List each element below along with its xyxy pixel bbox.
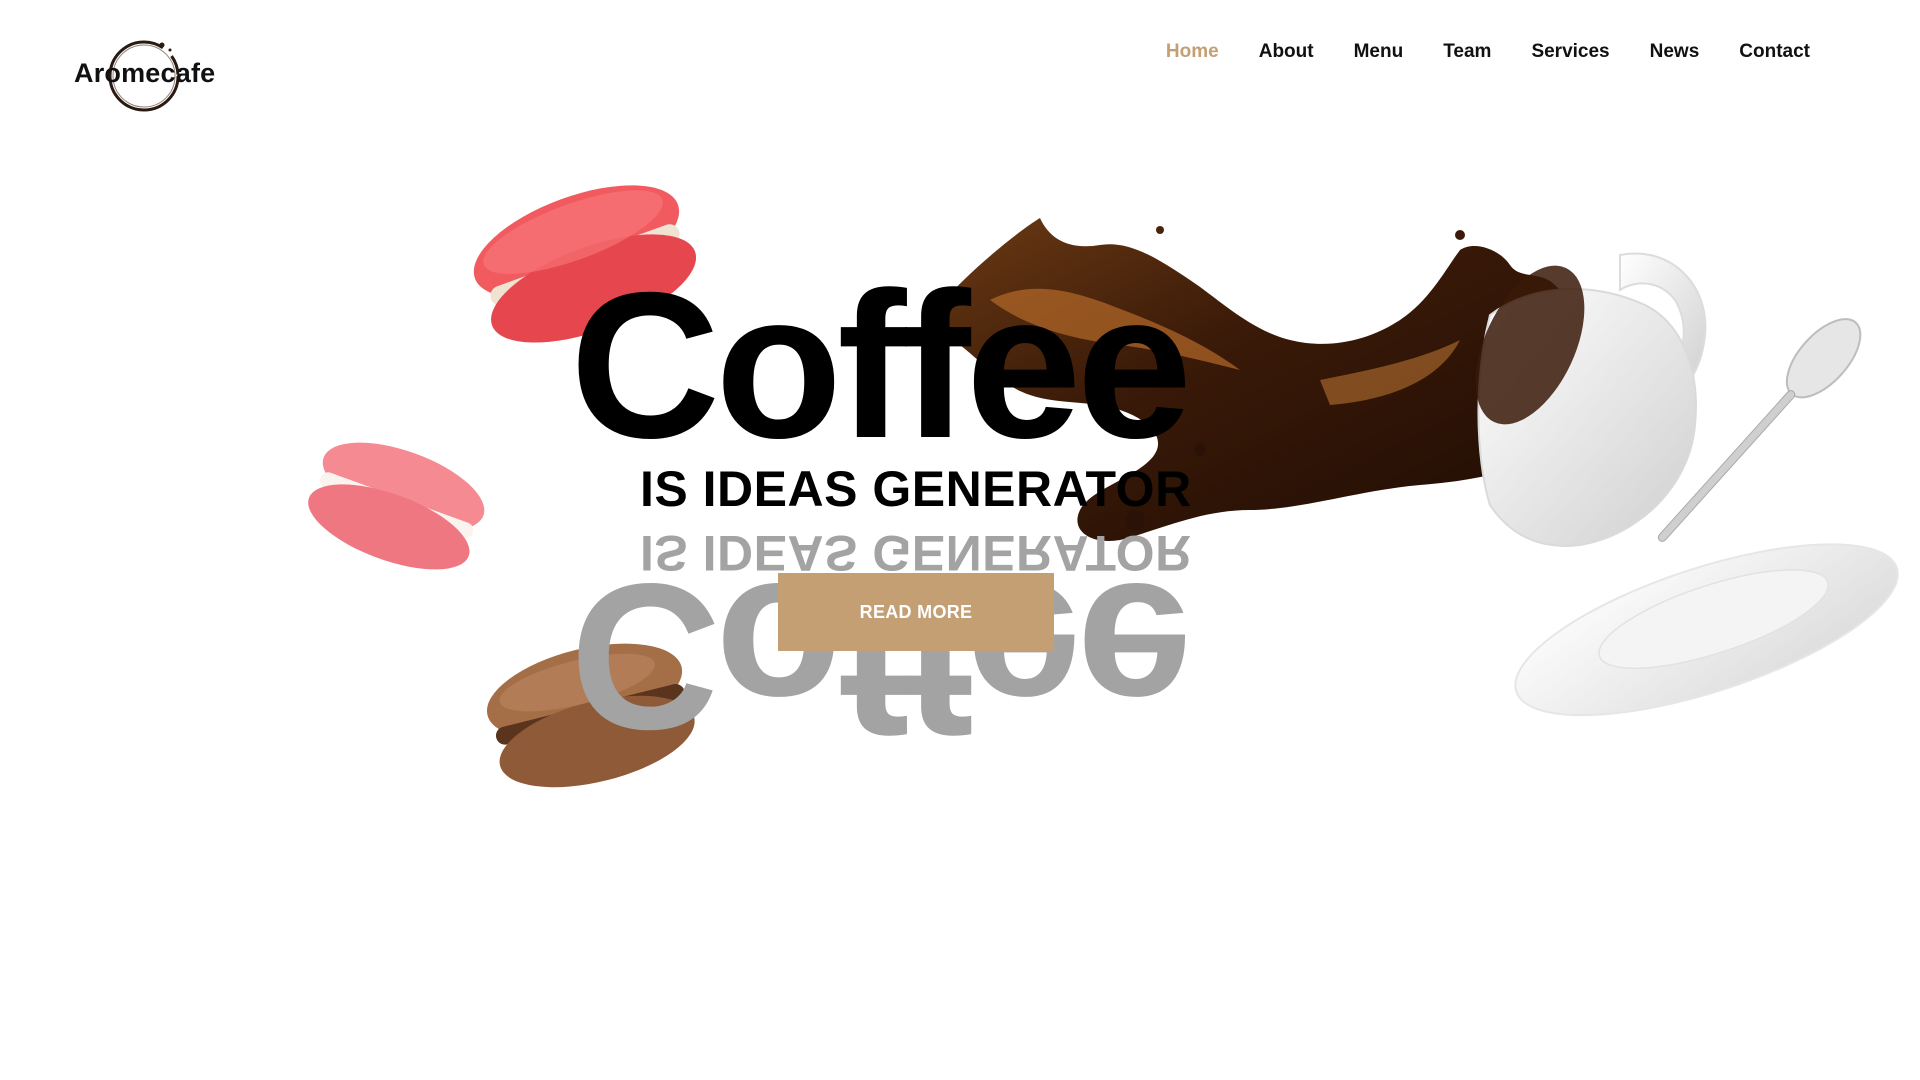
read-more-button[interactable]: READ MORE xyxy=(778,573,1054,651)
nav-item-about[interactable]: About xyxy=(1239,41,1334,63)
nav-item-services[interactable]: Services xyxy=(1511,41,1629,63)
site-logo[interactable]: Aromecafe xyxy=(74,36,224,120)
hero-subtitle-reflection: IS IDEAS GENERATOR xyxy=(640,525,1192,581)
nav-item-contact[interactable]: Contact xyxy=(1719,41,1830,63)
nav-item-menu[interactable]: Menu xyxy=(1334,41,1424,63)
page: Aromecafe Home About Menu Team Services … xyxy=(0,0,1920,1080)
main-nav: Home About Menu Team Services News Conta… xyxy=(1146,36,1830,68)
nav-item-home[interactable]: Home xyxy=(1146,41,1239,63)
spoon-image xyxy=(1657,318,1862,542)
hero-subtitle: IS IDEAS GENERATOR xyxy=(640,461,1192,517)
logo-text: Aromecafe xyxy=(74,58,216,88)
nav-item-news[interactable]: News xyxy=(1630,41,1720,63)
hero-title: Coffee xyxy=(570,250,1192,482)
macaron-pink-image xyxy=(308,442,485,570)
nav-item-team[interactable]: Team xyxy=(1423,41,1511,63)
